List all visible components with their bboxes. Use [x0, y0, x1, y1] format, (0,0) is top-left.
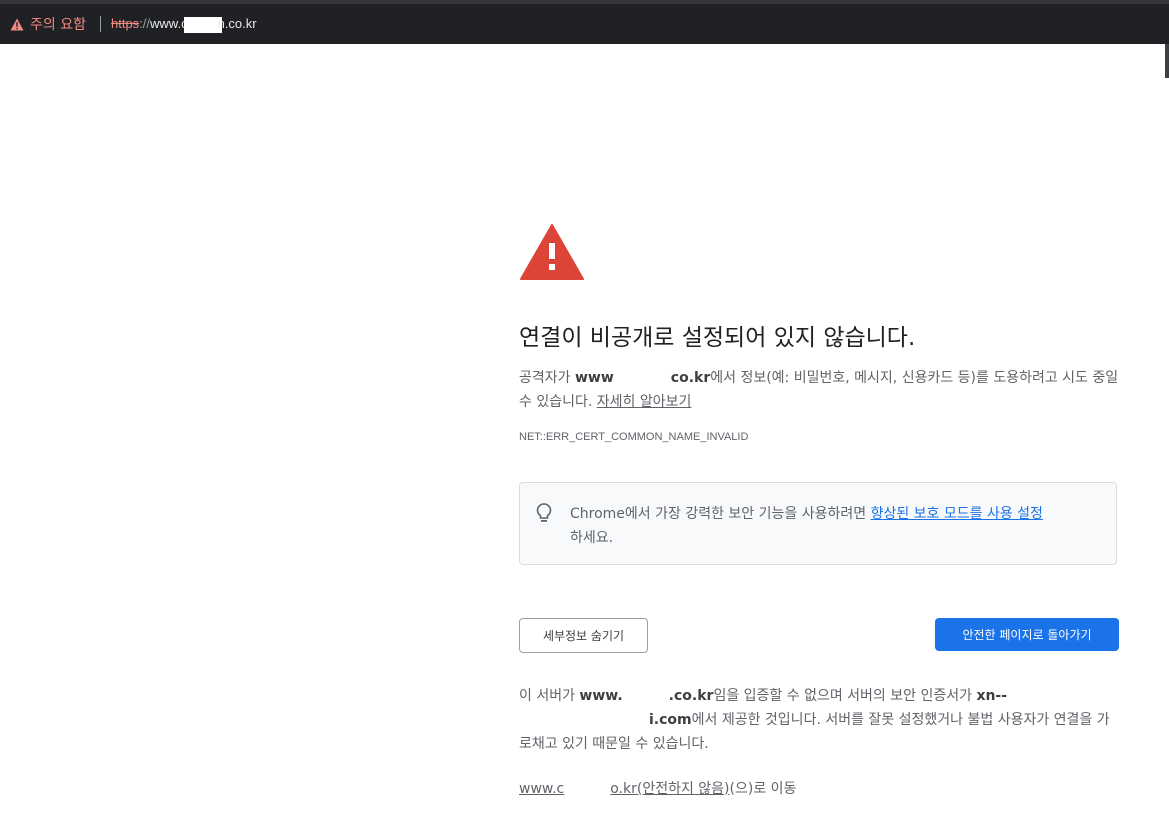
url-scheme: https [111, 16, 140, 31]
url-host-suffix: n.co.kr [217, 16, 257, 31]
enhanced-protection-link[interactable]: 향상된 보호 모드를 사용 설정 [871, 506, 1043, 522]
browser-toolbar: 주의 요함 https://www.c n.co.kr [0, 0, 1169, 44]
details-host: www. .co.kr [579, 686, 714, 704]
url-separator: :// [139, 16, 151, 31]
details-cert-a: xn-- [976, 688, 1008, 704]
redaction-box [622, 686, 669, 700]
back-to-safety-button[interactable]: 안전한 페이지로 돌아가기 [935, 618, 1119, 651]
url-text[interactable]: https://www.c n.co.kr [111, 16, 257, 33]
proceed-link[interactable]: www.c o.kr(안전하지 않음) [519, 779, 730, 797]
intro-text-part: 공격자가 [519, 370, 575, 386]
details-text: 이 서버가 www. .co.kr임을 입증할 수 없으며 서버의 보안 인증서가… [519, 684, 1119, 756]
details-cert-b: i.com [649, 712, 692, 728]
intro-host-a: www [574, 370, 614, 386]
page-title: 연결이 비공개로 설정되어 있지 않습니다. [519, 325, 916, 351]
security-chip[interactable]: 주의 요함 [10, 15, 86, 33]
details-host-b: .co.kr [668, 688, 714, 704]
scrollbar[interactable] [1165, 44, 1169, 78]
proceed-link-row: www.c o.kr(안전하지 않음)(으)로 이동 [519, 778, 796, 798]
url-host-prefix: www.c [150, 16, 188, 31]
lightbulb-icon [535, 502, 553, 528]
details-text-part: 임을 입증할 수 없으며 서버의 보안 인증서가 [713, 688, 977, 704]
chip-divider [100, 16, 101, 32]
proceed-link-b: o.kr(안전하지 않음) [610, 781, 730, 797]
proceed-tail: (으)로 이동 [729, 781, 797, 797]
tab-strip [0, 0, 1169, 4]
learn-more-link[interactable]: 자세히 알아보기 [597, 394, 692, 410]
security-chip-label: 주의 요함 [30, 17, 86, 33]
error-code: NET::ERR_CERT_COMMON_NAME_INVALID [519, 431, 749, 443]
redaction-box [564, 779, 611, 793]
warning-triangle-icon [519, 223, 585, 285]
intro-host: www co.kr [574, 368, 711, 386]
address-bar[interactable]: 주의 요함 https://www.c n.co.kr [0, 6, 1169, 40]
hide-details-button[interactable]: 세부정보 숨기기 [519, 618, 648, 653]
details-text-part: 이 서버가 [519, 688, 580, 704]
redaction-box [613, 368, 671, 382]
promo-text: Chrome에서 가장 강력한 보안 기능을 사용하려면 향상된 보호 모드를 … [570, 502, 1105, 550]
redaction-box [519, 710, 649, 724]
proceed-link-a: www.c [519, 781, 565, 797]
intro-host-b: co.kr [670, 370, 711, 386]
warning-icon [10, 18, 24, 31]
details-host-a: www. [579, 688, 623, 704]
redaction-box [183, 16, 222, 33]
promo-text-part: 하세요. [570, 530, 614, 546]
intro-text: 공격자가 www co.kr에서 정보(예: 비밀번호, 메시지, 신용카드 등)… [519, 366, 1119, 414]
promo-text-part: Chrome에서 가장 강력한 보안 기능을 사용하려면 [570, 506, 871, 522]
enhanced-protection-promo: Chrome에서 가장 강력한 보안 기능을 사용하려면 향상된 보호 모드를 … [519, 482, 1117, 565]
